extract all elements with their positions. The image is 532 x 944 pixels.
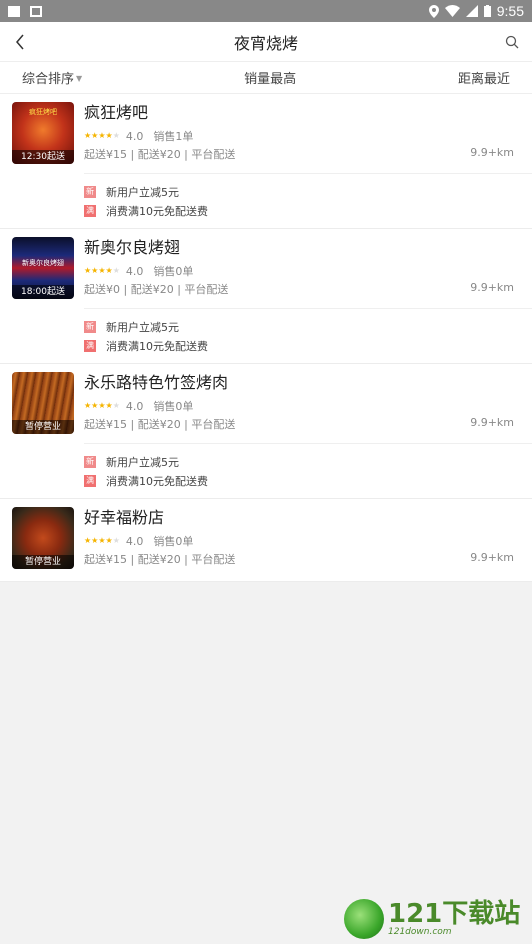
shop-item[interactable]: 暂停营业 好幸福粉店 ★ ★ ★ ★ ★ 4.0 销售0单 起送¥15 | 配送¥20 … [0,499,532,582]
signal-icon [465,5,478,17]
thumbnail-caption: 18:00起送 [12,285,74,299]
discount-tag: 满 [84,204,96,217]
promo-item: 新 新用户立减5元 [84,182,532,201]
shop-name: 新奥尔良烤翅 [84,238,181,257]
distance: 9.9+km [470,416,514,429]
distance: 9.9+km [470,146,514,159]
promo-text: 消费满10元免配送费 [106,474,208,488]
sort-distance[interactable]: 距离最近 [458,68,510,87]
delivery-info: 起送¥15 | 配送¥20 | 平台配送 [84,553,236,566]
thumbnail-caption: 暂停营业 [12,555,74,569]
distance: 9.9+km [470,281,514,294]
rating-stars: ★ ★ ★ ★ ★ [84,536,120,545]
wifi-icon [444,5,460,17]
rating-value: 4.0 [125,264,144,278]
shop-thumbnail: 新奥尔良烤翅 18:00起送 [12,237,74,299]
rating-value: 4.0 [125,399,144,413]
thumbnail-caption: 12:30起送 [12,150,74,164]
rating-stars: ★ ★ ★ ★ ★ [84,401,120,410]
promo-item: 满 消费满10元免配送费 [84,201,532,220]
distance: 9.9+km [470,551,514,564]
shop-item[interactable]: 新奥尔良烤翅 18:00起送 新奥尔良烤翅 ★ ★ ★ ★ ★ 4.0 销售0单 起送¥… [0,229,532,364]
rating-value: 4.0 [125,534,144,548]
chevron-left-icon [16,34,24,50]
rating-value: 4.0 [125,129,144,143]
notification-icon [8,5,20,17]
sales-count: 销售1单 [153,130,194,143]
page-title: 夜宵烧烤 [233,33,298,53]
status-time: 9:55 [496,3,524,19]
sort-sales[interactable]: 销量最高 [244,68,296,87]
app-notification-icon [30,5,42,17]
sort-distance-label: 距离最近 [457,72,510,87]
back-button[interactable] [8,30,32,54]
thumbnail-caption: 暂停营业 [12,420,74,434]
delivery-info: 起送¥0 | 配送¥20 | 平台配送 [84,283,229,296]
shop-item[interactable]: 暂停营业 永乐路特色竹签烤肉 ★ ★ ★ ★ ★ 4.0 销售0单 起送¥15 | 配送… [0,364,532,499]
watermark-subtext: 121down.com [388,927,452,937]
thumbnail-banner: 疯狂烤吧 [29,108,57,116]
rating-stars: ★ ★ ★ ★ ★ [84,266,120,275]
delivery-info: 起送¥15 | 配送¥20 | 平台配送 [84,418,236,431]
promo-item: 新 新用户立减5元 [84,317,532,336]
promo-text: 新用户立减5元 [106,455,179,469]
sort-comprehensive[interactable]: 综合排序 ▼ [22,68,82,87]
promo-item: 满 消费满10元免配送费 [84,471,532,490]
new-user-tag: 新 [84,455,96,468]
shop-name: 疯狂烤吧 [84,103,149,122]
promo-list: 新 新用户立减5元 满 消费满10元免配送费 [84,173,532,228]
promo-text: 新用户立减5元 [106,320,179,334]
new-user-tag: 新 [84,185,96,198]
shop-thumbnail: 暂停营业 [12,507,74,569]
status-bar: 9:55 [0,0,532,22]
shop-list: 疯狂烤吧 12:30起送 疯狂烤吧 ★ ★ ★ ★ ★ 4.0 销售1单 起送¥15 |… [0,94,532,582]
shop-name: 永乐路特色竹签烤肉 [84,373,229,392]
watermark-logo-icon [344,899,384,939]
sales-count: 销售0单 [153,535,194,548]
search-icon [505,35,519,49]
promo-item: 新 新用户立减5元 [84,452,532,471]
sort-bar: 综合排序 ▼ 销量最高 距离最近 [0,62,532,94]
promo-text: 消费满10元免配送费 [106,339,208,353]
new-user-tag: 新 [84,320,96,333]
thumbnail-banner: 新奥尔良烤翅 [22,259,64,267]
sort-comprehensive-label: 综合排序 [22,72,75,87]
rating-stars: ★ ★ ★ ★ ★ [84,131,120,140]
watermark-text: 121下载站 [388,899,521,929]
shop-name: 好幸福粉店 [84,508,165,527]
sort-sales-label: 销量最高 [244,72,297,87]
discount-tag: 满 [84,474,96,487]
promo-text: 消费满10元免配送费 [106,204,208,218]
location-icon [428,4,439,18]
promo-list: 新 新用户立减5元 满 消费满10元免配送费 [84,308,532,363]
sales-count: 销售0单 [153,400,194,413]
sales-count: 销售0单 [153,265,194,278]
delivery-info: 起送¥15 | 配送¥20 | 平台配送 [84,148,236,161]
promo-list: 新 新用户立减5元 满 消费满10元免配送费 [84,443,532,498]
battery-icon [483,5,491,17]
watermark: 121下载站 121down.com [344,898,524,940]
promo-item: 满 消费满10元免配送费 [84,336,532,355]
shop-thumbnail: 疯狂烤吧 12:30起送 [12,102,74,164]
shop-thumbnail: 暂停营业 [12,372,74,434]
search-button[interactable] [502,32,522,52]
discount-tag: 满 [84,339,96,352]
shop-item[interactable]: 疯狂烤吧 12:30起送 疯狂烤吧 ★ ★ ★ ★ ★ 4.0 销售1单 起送¥15 |… [0,94,532,229]
promo-text: 新用户立减5元 [106,185,179,199]
chevron-down-icon: ▼ [76,74,83,83]
nav-bar: 夜宵烧烤 [0,22,532,62]
